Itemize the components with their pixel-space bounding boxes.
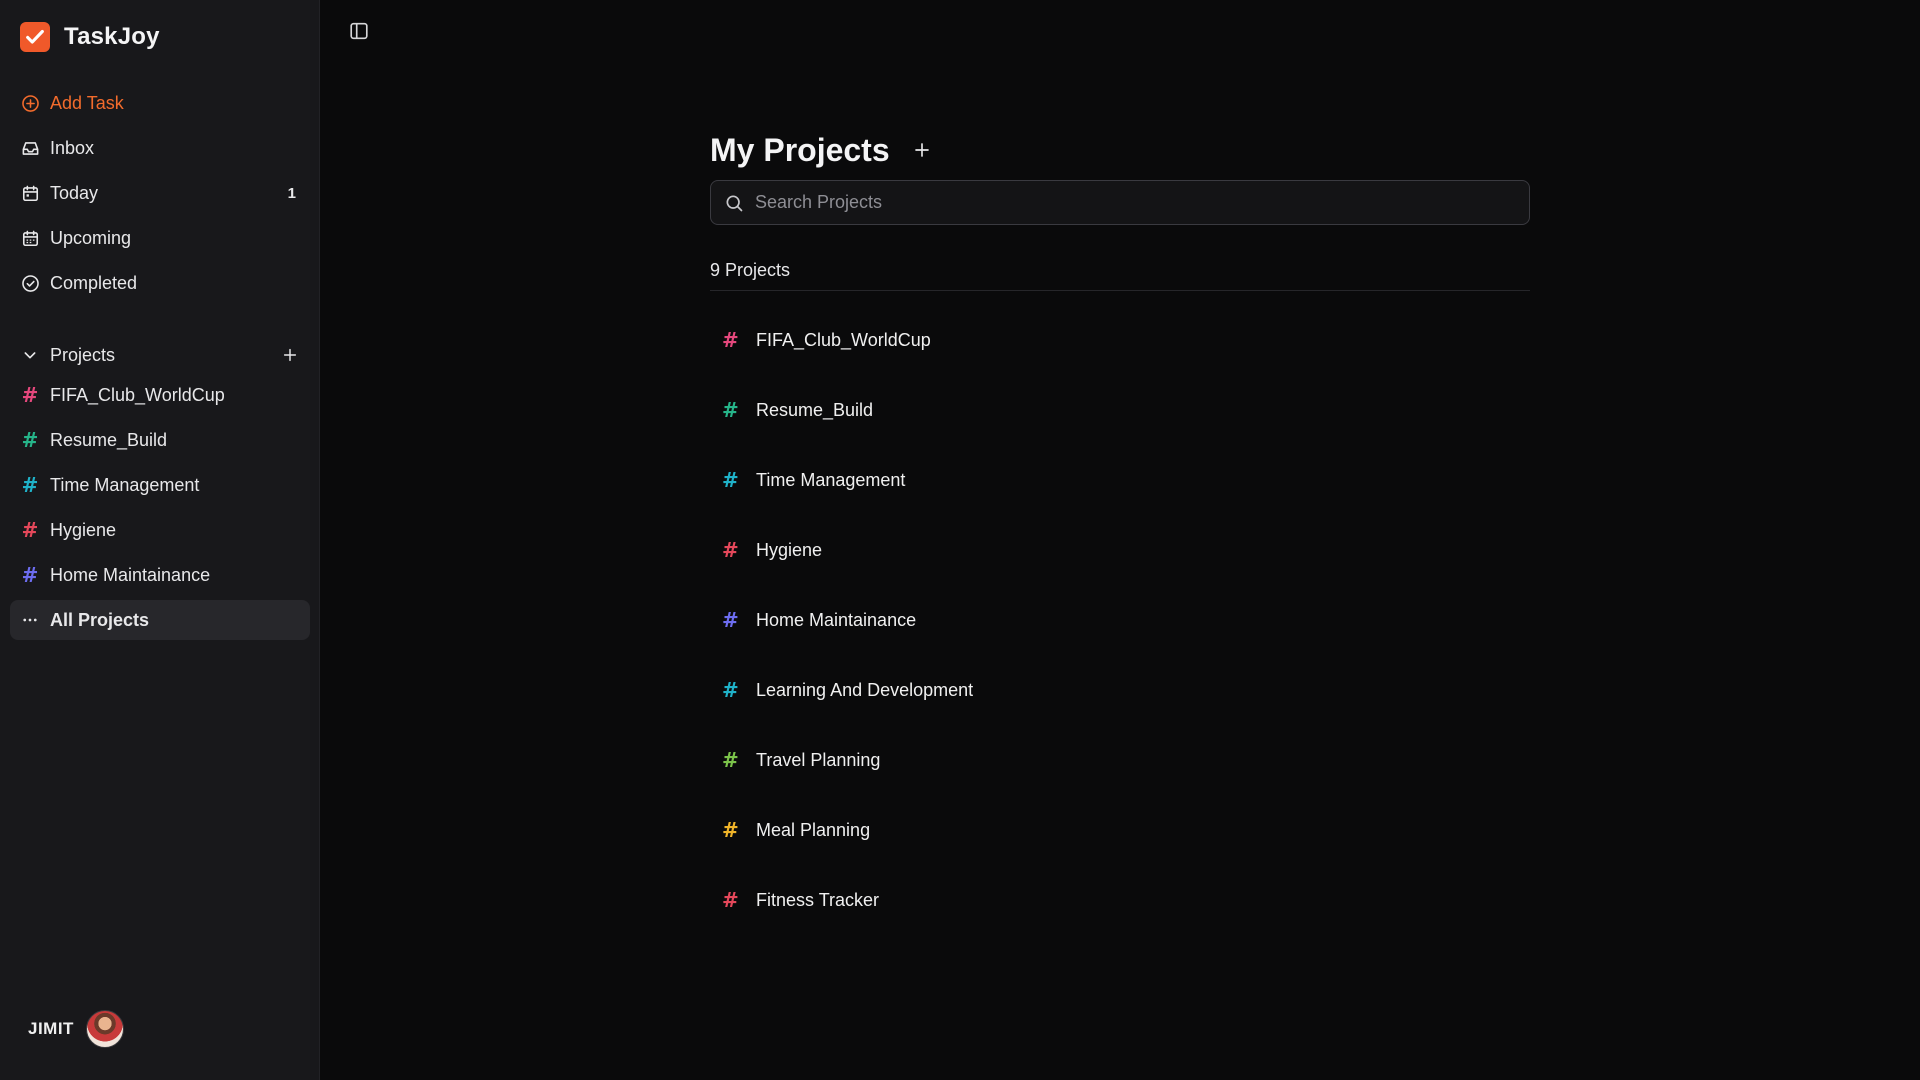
project-name: Resume_Build — [756, 399, 874, 420]
project-count: 9 Projects — [710, 260, 791, 280]
calendar-today-icon — [20, 183, 40, 203]
project-name: Time Management — [756, 469, 906, 490]
hash-icon: # — [722, 748, 739, 772]
project-name: Home Maintainance — [756, 609, 917, 630]
hash-icon: # — [722, 398, 739, 422]
sidebar-project-item[interactable]: # FIFA_Club_WorldCup — [10, 375, 310, 415]
project-name: FIFA_Club_WorldCup — [756, 329, 931, 350]
brand[interactable]: TaskJoy — [20, 22, 160, 52]
projects-section-header[interactable]: Projects — [10, 335, 310, 375]
divider — [710, 290, 1530, 291]
add-task-button[interactable]: Add Task — [10, 83, 310, 123]
sidebar-project-item[interactable]: # Home Maintainance — [10, 555, 310, 595]
check-circle-icon — [20, 273, 40, 293]
add-project-button[interactable] — [278, 343, 302, 367]
add-circle-icon — [20, 93, 40, 113]
hash-icon: # — [722, 888, 739, 912]
hash-icon: # — [722, 468, 739, 492]
calendar-upcoming-icon — [20, 228, 40, 248]
today-count-badge: 1 — [287, 184, 296, 202]
project-label: Home Maintainance — [50, 564, 211, 585]
search-box[interactable] — [710, 180, 1530, 225]
nav-label: Inbox — [50, 137, 95, 158]
more-horizontal-icon — [20, 610, 40, 630]
panel-left-icon — [350, 22, 368, 40]
project-row[interactable]: # Hygiene — [710, 515, 1530, 585]
all-projects-label: All Projects — [50, 609, 150, 630]
hash-icon: # — [21, 473, 39, 497]
project-name: Hygiene — [756, 539, 823, 560]
project-row[interactable]: # Meal Planning — [710, 795, 1530, 865]
project-name: Learning And Development — [756, 679, 974, 700]
main-content: My Projects 9 Projects # FIFA_Club_World… — [710, 128, 1530, 935]
sidebar: TaskJoy Add Task Inbox Today 1 Upcoming … — [0, 0, 320, 1080]
sidebar-project-item[interactable]: # Resume_Build — [10, 420, 310, 460]
search-input[interactable] — [755, 192, 1529, 213]
project-row[interactable]: # Resume_Build — [710, 375, 1530, 445]
add-project-header-button[interactable] — [910, 138, 934, 162]
project-row[interactable]: # Travel Planning — [710, 725, 1530, 795]
hash-icon: # — [722, 818, 739, 842]
project-label: Time Management — [50, 474, 200, 495]
inbox-icon — [20, 138, 40, 158]
page-title: My Projects — [710, 131, 890, 168]
hash-icon: # — [722, 678, 739, 702]
project-name: Travel Planning — [756, 749, 881, 770]
nav-label: Completed — [50, 272, 138, 293]
project-list: # FIFA_Club_WorldCup # Resume_Build # Ti… — [710, 305, 1530, 935]
hash-icon: # — [722, 608, 739, 632]
projects-section: Projects — [10, 335, 310, 375]
hash-icon: # — [21, 563, 39, 587]
hash-icon: # — [21, 428, 39, 452]
project-row[interactable]: # Learning And Development — [710, 655, 1530, 725]
search-icon — [723, 192, 745, 214]
project-label: FIFA_Club_WorldCup — [50, 384, 225, 405]
nav-item-today[interactable]: Today 1 — [10, 173, 310, 213]
project-row[interactable]: # Fitness Tracker — [710, 865, 1530, 935]
project-row[interactable]: # FIFA_Club_WorldCup — [710, 305, 1530, 375]
project-name: Meal Planning — [756, 819, 871, 840]
hash-icon: # — [21, 383, 39, 407]
plus-icon — [914, 143, 929, 157]
sidebar-project-item[interactable]: # Time Management — [10, 465, 310, 505]
user-profile[interactable]: JIMIT — [28, 1010, 124, 1048]
sidebar-project-list: # FIFA_Club_WorldCup # Resume_Build # Ti… — [10, 375, 310, 645]
sidebar-project-item[interactable]: # Hygiene — [10, 510, 310, 550]
user-name: JIMIT — [28, 1019, 74, 1038]
project-row[interactable]: # Home Maintainance — [710, 585, 1530, 655]
chevron-down-icon[interactable] — [20, 345, 40, 365]
project-label: Resume_Build — [50, 429, 168, 450]
page-header: My Projects — [710, 128, 1530, 172]
nav-item-completed[interactable]: Completed — [10, 263, 310, 303]
app-name: TaskJoy — [64, 23, 160, 50]
project-row[interactable]: # Time Management — [710, 445, 1530, 515]
add-task-label: Add Task — [50, 92, 124, 113]
sidebar-toggle-button[interactable] — [348, 20, 370, 42]
sidebar-item-all-projects[interactable]: All Projects — [10, 600, 310, 640]
hash-icon: # — [722, 538, 739, 562]
nav-item-inbox[interactable]: Inbox — [10, 128, 310, 168]
hash-icon: # — [21, 518, 39, 542]
primary-nav: Add Task Inbox Today 1 Upcoming Complete… — [10, 83, 310, 308]
projects-heading: Projects — [50, 344, 116, 365]
nav-label: Upcoming — [50, 227, 132, 248]
avatar[interactable] — [85, 1010, 124, 1048]
project-name: Fitness Tracker — [756, 889, 880, 910]
nav-item-upcoming[interactable]: Upcoming — [10, 218, 310, 258]
nav-label: Today — [50, 182, 99, 203]
project-label: Hygiene — [50, 519, 117, 540]
hash-icon: # — [722, 328, 739, 352]
taskjoy-logo-icon — [20, 22, 50, 52]
